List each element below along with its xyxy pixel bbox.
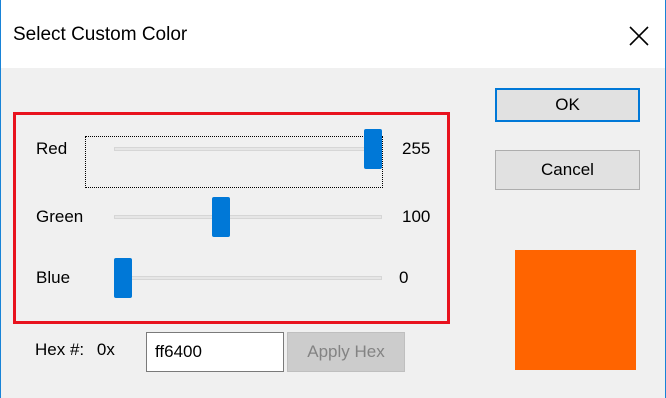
green-value: 100	[402, 207, 431, 226]
color-preview-swatch	[515, 250, 636, 370]
hex-label-text: Hex #:	[35, 340, 85, 359]
sliders-highlight-box: Red 255 Green 100 Blue 0	[13, 112, 450, 324]
green-label: Green	[36, 207, 84, 226]
red-value: 255	[402, 139, 431, 158]
slider-row-green: Green 100	[16, 197, 447, 237]
hex-prefix: 0x	[96, 340, 115, 359]
blue-slider-thumb[interactable]	[114, 258, 132, 298]
green-slider-track[interactable]	[114, 215, 382, 219]
custom-color-dialog: Select Custom Color OK Cancel Red 255 Gr…	[0, 0, 666, 398]
close-button[interactable]	[617, 16, 661, 56]
dialog-title: Select Custom Color	[13, 24, 188, 45]
title-bar: Select Custom Color	[1, 0, 665, 68]
blue-label: Blue	[36, 268, 71, 287]
blue-value: 0	[399, 268, 409, 287]
apply-hex-button[interactable]: Apply Hex	[287, 332, 405, 372]
close-icon	[629, 26, 649, 46]
blue-slider-track[interactable]	[114, 276, 382, 280]
red-slider-thumb[interactable]	[364, 129, 382, 169]
green-slider-thumb[interactable]	[212, 197, 230, 237]
slider-row-blue: Blue 0	[16, 258, 447, 298]
red-label: Red	[36, 139, 68, 158]
slider-row-red: Red 255	[16, 129, 447, 169]
ok-button[interactable]: OK	[495, 88, 640, 122]
hex-label: Hex #: 0x	[35, 340, 115, 360]
red-slider-track[interactable]	[114, 147, 382, 151]
hex-input[interactable]	[146, 332, 284, 372]
cancel-button[interactable]: Cancel	[495, 150, 640, 190]
